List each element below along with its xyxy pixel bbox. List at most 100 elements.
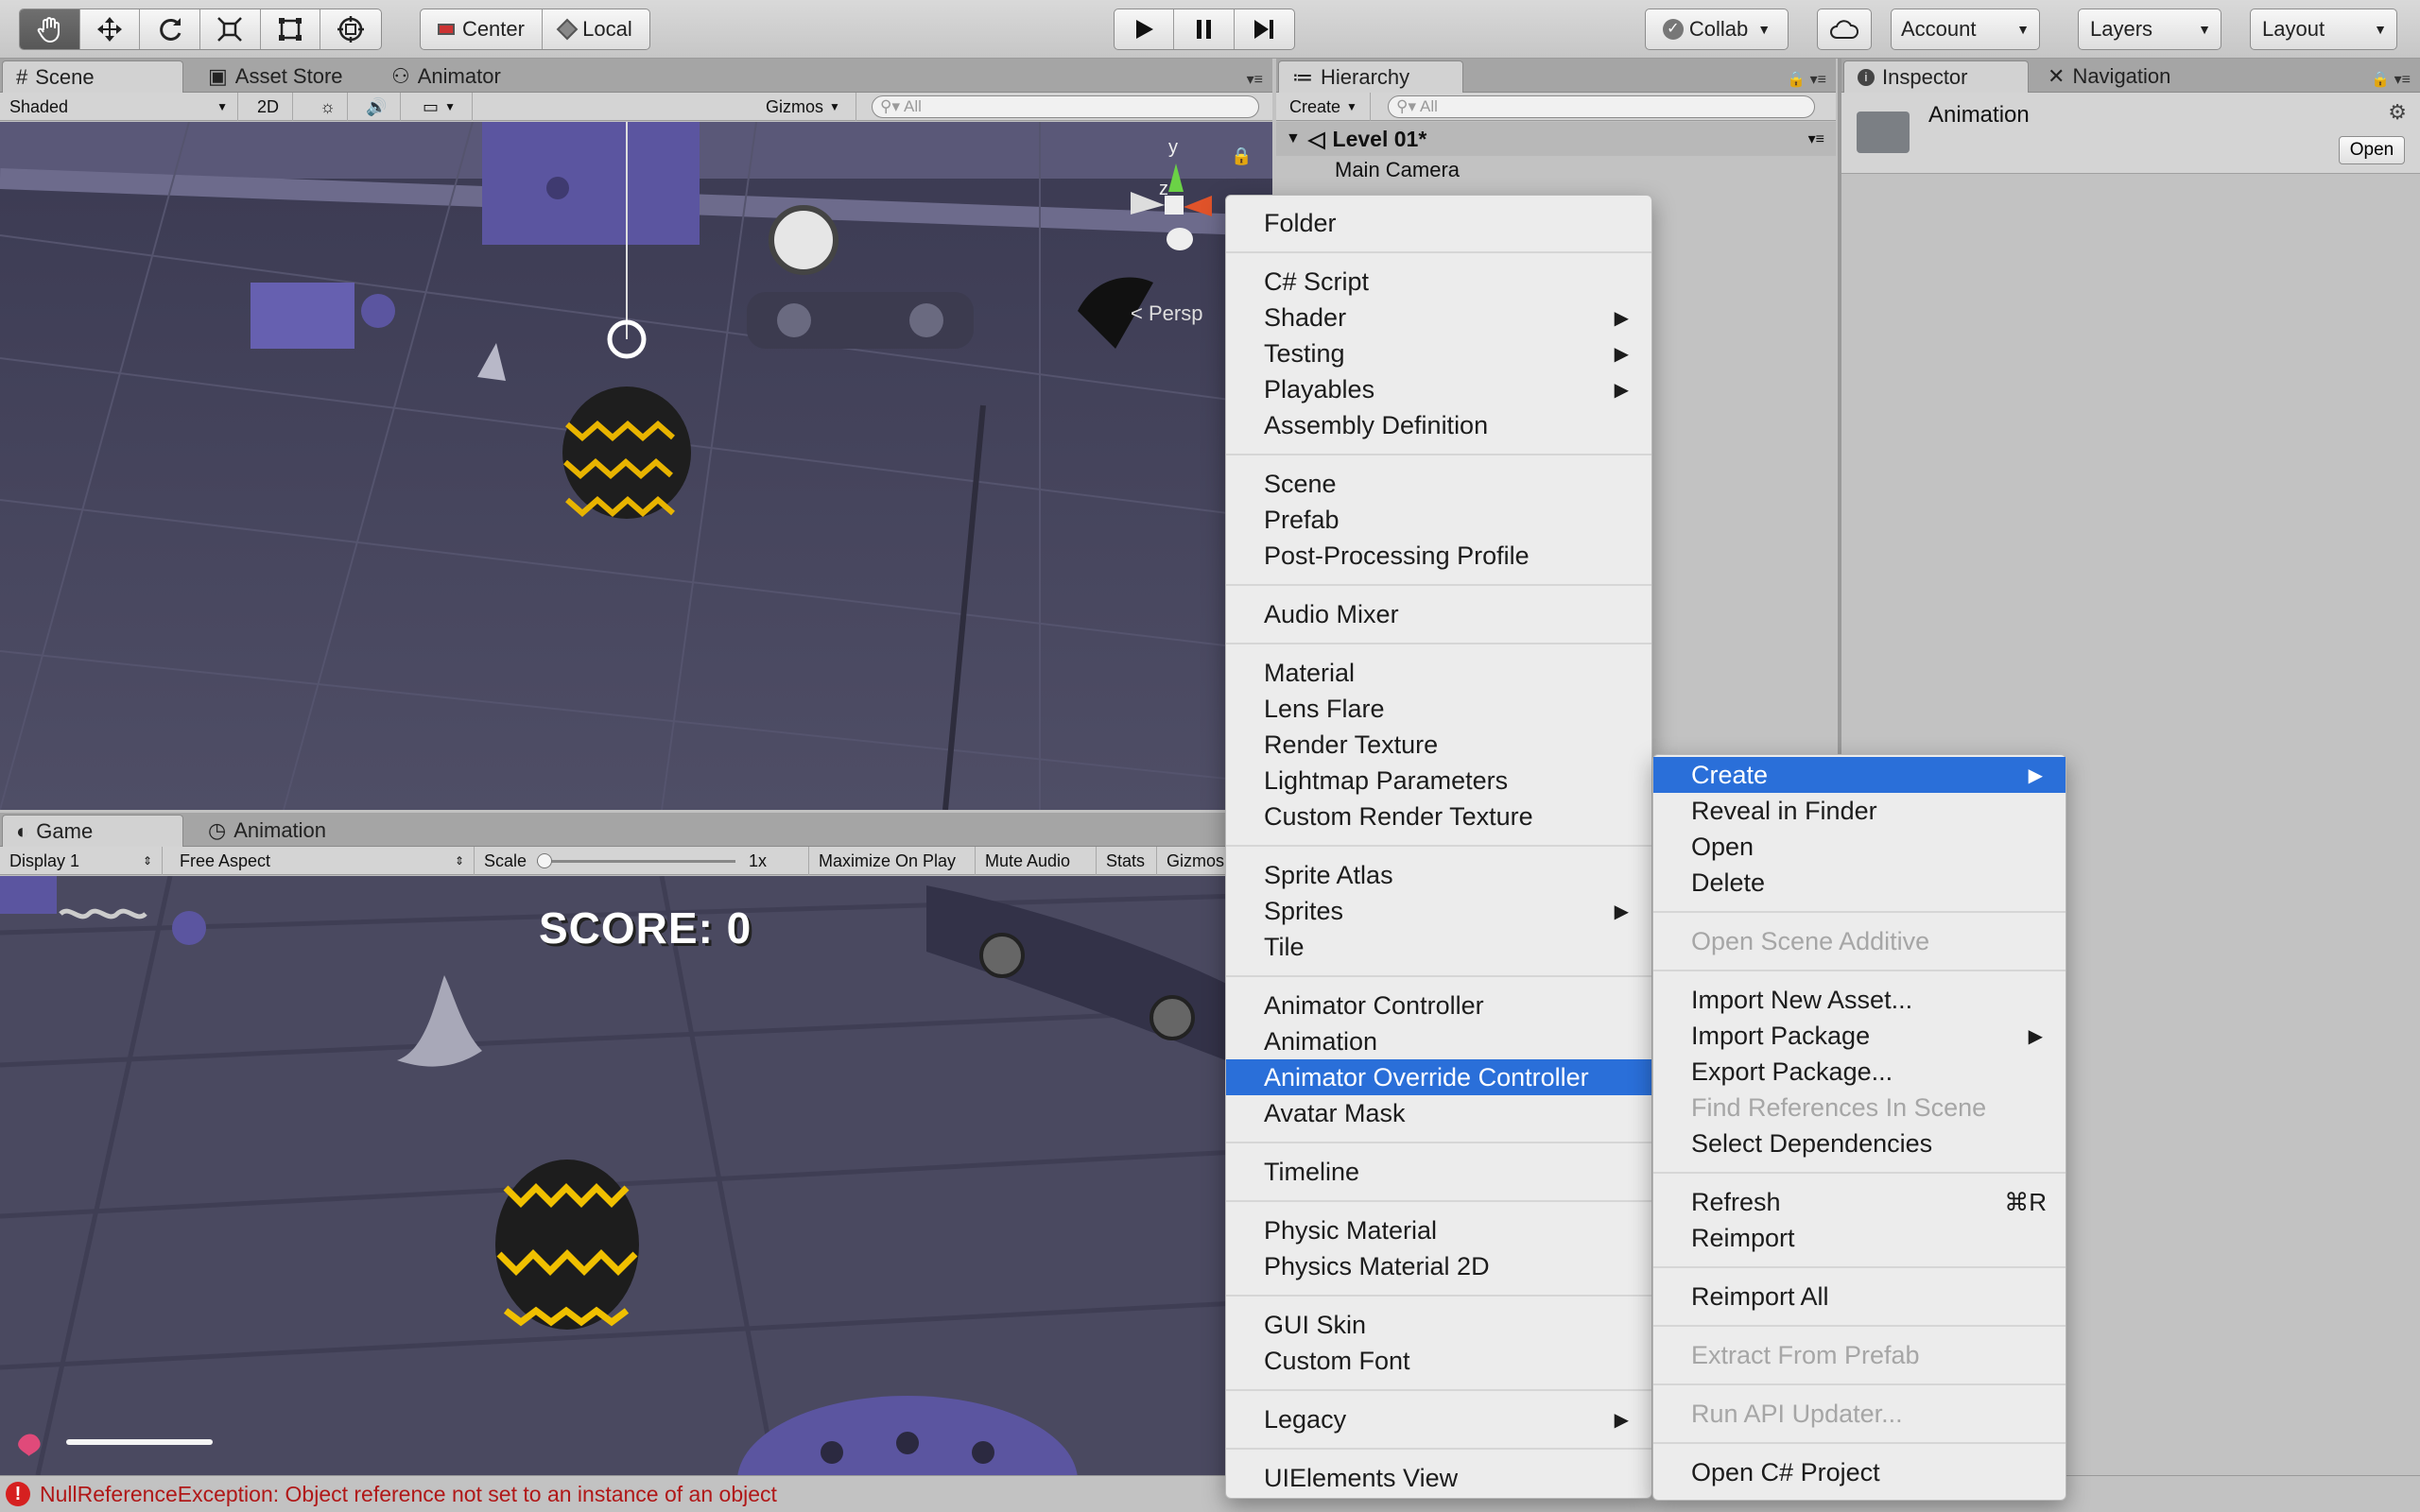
effects-dropdown[interactable]: ▭ ▼ xyxy=(406,93,473,121)
menu-item-timeline[interactable]: Timeline xyxy=(1226,1154,1651,1190)
tab-navigation[interactable]: ✕ Navigation xyxy=(2034,60,2184,93)
tab-asset-store[interactable]: ▣ Asset Store xyxy=(195,60,356,93)
hierarchy-tabbar: ≔ Hierarchy 🔒 ▾≡ xyxy=(1276,59,1836,93)
space-local-button[interactable]: Local xyxy=(543,9,649,49)
menu-item-physics-material-2d[interactable]: Physics Material 2D xyxy=(1226,1248,1651,1284)
hand-tool-icon[interactable] xyxy=(20,9,80,49)
menu-item-render-texture[interactable]: Render Texture xyxy=(1226,727,1651,763)
stats-toggle[interactable]: Stats xyxy=(1097,847,1157,875)
layers-button[interactable]: Layers ▼ xyxy=(2078,9,2221,50)
mute-audio-toggle[interactable]: Mute Audio xyxy=(976,847,1097,875)
inspector-open-button[interactable]: Open xyxy=(2339,136,2405,164)
scene-search-input[interactable]: ⚲▾ All xyxy=(872,95,1259,118)
menu-item-gui-skin[interactable]: GUI Skin xyxy=(1226,1307,1651,1343)
lock-icon[interactable]: 🔒 xyxy=(1231,146,1252,166)
menu-item-reimport[interactable]: Reimport xyxy=(1653,1220,2066,1256)
menu-item-animator-controller[interactable]: Animator Controller xyxy=(1226,988,1651,1023)
hierarchy-create-button[interactable]: Create ▼ xyxy=(1280,93,1371,121)
menu-item-reveal-in-finder[interactable]: Reveal in Finder xyxy=(1653,793,2066,829)
hierarchy-menu-icon[interactable]: 🔒 ▾≡ xyxy=(1787,70,1826,89)
menu-item-tile[interactable]: Tile xyxy=(1226,929,1651,965)
pivot-center-button[interactable]: Center xyxy=(421,9,543,49)
menu-item-audio-mixer[interactable]: Audio Mixer xyxy=(1226,596,1651,632)
row-menu-icon[interactable]: ▾≡ xyxy=(1808,129,1824,148)
rect-tool-icon[interactable] xyxy=(261,9,321,49)
menu-item-assembly-definition[interactable]: Assembly Definition xyxy=(1226,407,1651,443)
tab-hierarchy[interactable]: ≔ Hierarchy xyxy=(1278,60,1463,93)
tab-inspector[interactable]: i Inspector xyxy=(1843,60,2029,93)
scene-root-row[interactable]: ▼ ◁ Level 01* ▾≡ xyxy=(1276,122,1836,156)
menu-item-refresh[interactable]: Refresh ⌘R xyxy=(1653,1184,2066,1220)
menu-item-open[interactable]: Open xyxy=(1653,829,2066,865)
settings-gear-icon[interactable]: ⚙ xyxy=(2388,100,2407,125)
menu-item-legacy[interactable]: Legacy ▶ xyxy=(1226,1401,1651,1437)
audio-toggle[interactable]: 🔊 xyxy=(354,93,401,121)
menu-item-open-c-project[interactable]: Open C# Project xyxy=(1653,1454,2066,1490)
menu-item-prefab[interactable]: Prefab xyxy=(1226,502,1651,538)
menu-item-label: Custom Font xyxy=(1264,1346,1410,1375)
account-label: Account xyxy=(1901,17,1977,41)
tab-animation[interactable]: ◷ Animation xyxy=(195,815,339,847)
collab-button[interactable]: ✓ Collab ▼ xyxy=(1645,9,1789,50)
menu-item-sprites[interactable]: Sprites ▶ xyxy=(1226,893,1651,929)
panel-menu-icon[interactable]: ▾≡ xyxy=(1247,70,1263,89)
step-icon[interactable] xyxy=(1235,9,1294,49)
menu-item-animation[interactable]: Animation xyxy=(1226,1023,1651,1059)
lighting-toggle[interactable]: ☼ xyxy=(308,93,348,121)
pause-icon[interactable] xyxy=(1174,9,1235,49)
scene-gizmo[interactable] xyxy=(1121,145,1212,258)
menu-item-uielements-view[interactable]: UIElements View xyxy=(1226,1460,1651,1496)
menu-item-label: Lens Flare xyxy=(1264,694,1385,723)
menu-item-avatar-mask[interactable]: Avatar Mask xyxy=(1226,1095,1651,1131)
menu-item-custom-font[interactable]: Custom Font xyxy=(1226,1343,1651,1379)
tab-animator[interactable]: ⚇ Animator xyxy=(378,60,514,93)
transform-tool-icon[interactable] xyxy=(320,9,381,49)
menu-item-select-dependencies[interactable]: Select Dependencies xyxy=(1653,1125,2066,1161)
menu-item-testing[interactable]: Testing ▶ xyxy=(1226,335,1651,371)
shading-dropdown[interactable]: Shaded ▼ xyxy=(0,93,238,121)
menu-item-lightmap-parameters[interactable]: Lightmap Parameters xyxy=(1226,763,1651,799)
menu-item-delete[interactable]: Delete xyxy=(1653,865,2066,901)
move-tool-icon[interactable] xyxy=(80,9,141,49)
speaker-icon: 🔊 xyxy=(366,96,388,116)
menu-item-shader[interactable]: Shader ▶ xyxy=(1226,300,1651,335)
layout-button[interactable]: Layout ▼ xyxy=(2250,9,2397,50)
maximize-on-play-toggle[interactable]: Maximize On Play xyxy=(809,847,976,875)
gizmos-dropdown[interactable]: Gizmos ▼ xyxy=(756,93,856,121)
account-button[interactable]: Account ▼ xyxy=(1891,9,2040,50)
menu-item-export-package[interactable]: Export Package... xyxy=(1653,1054,2066,1090)
menu-item-create[interactable]: Create ▶ xyxy=(1653,757,2066,793)
scene-view[interactable]: y z < Persp 🔒 xyxy=(0,122,1272,810)
rotate-tool-icon[interactable] xyxy=(140,9,201,49)
menu-item-post-processing-profile[interactable]: Post-Processing Profile xyxy=(1226,538,1651,574)
menu-item-c-script[interactable]: C# Script xyxy=(1226,264,1651,300)
aspect-dropdown[interactable]: Free Aspect ⇕ xyxy=(170,847,475,875)
play-icon[interactable] xyxy=(1115,9,1175,49)
menu-item-animator-override-controller[interactable]: Animator Override Controller xyxy=(1226,1059,1651,1095)
menu-item-material[interactable]: Material xyxy=(1226,655,1651,691)
game-view[interactable]: SCORE: 0 xyxy=(0,876,1272,1475)
menu-item-custom-render-texture[interactable]: Custom Render Texture xyxy=(1226,799,1651,834)
menu-item-import-package[interactable]: Import Package ▶ xyxy=(1653,1018,2066,1054)
hierarchy-search-input[interactable]: ⚲▾ All xyxy=(1388,95,1815,118)
tab-game[interactable]: ◐ Game xyxy=(2,815,183,847)
menu-item-sprite-atlas[interactable]: Sprite Atlas xyxy=(1226,857,1651,893)
menu-item-folder[interactable]: Folder xyxy=(1226,205,1651,241)
menu-item-scene[interactable]: Scene xyxy=(1226,466,1651,502)
status-message: NullReferenceException: Object reference… xyxy=(40,1481,777,1506)
menu-item-physic-material[interactable]: Physic Material xyxy=(1226,1212,1651,1248)
toggle-2d-button[interactable]: 2D xyxy=(244,93,293,121)
menu-item-playables[interactable]: Playables ▶ xyxy=(1226,371,1651,407)
menu-item-reimport-all[interactable]: Reimport All xyxy=(1653,1279,2066,1314)
scale-thumb[interactable] xyxy=(537,853,552,868)
menu-item-import-new-asset[interactable]: Import New Asset... xyxy=(1653,982,2066,1018)
scale-slider[interactable]: Scale 1x xyxy=(475,847,809,875)
tab-scene[interactable]: # Scene xyxy=(2,60,183,93)
display-dropdown[interactable]: Display 1 ⇕ xyxy=(0,847,163,875)
cloud-button[interactable] xyxy=(1817,9,1872,50)
hierarchy-item-main-camera[interactable]: Main Camera xyxy=(1335,158,1460,182)
menu-item-lens-flare[interactable]: Lens Flare xyxy=(1226,691,1651,727)
inspector-menu-icon[interactable]: 🔒 ▾≡ xyxy=(2371,70,2411,89)
persp-label[interactable]: < Persp xyxy=(1131,301,1202,326)
scale-tool-icon[interactable] xyxy=(200,9,261,49)
